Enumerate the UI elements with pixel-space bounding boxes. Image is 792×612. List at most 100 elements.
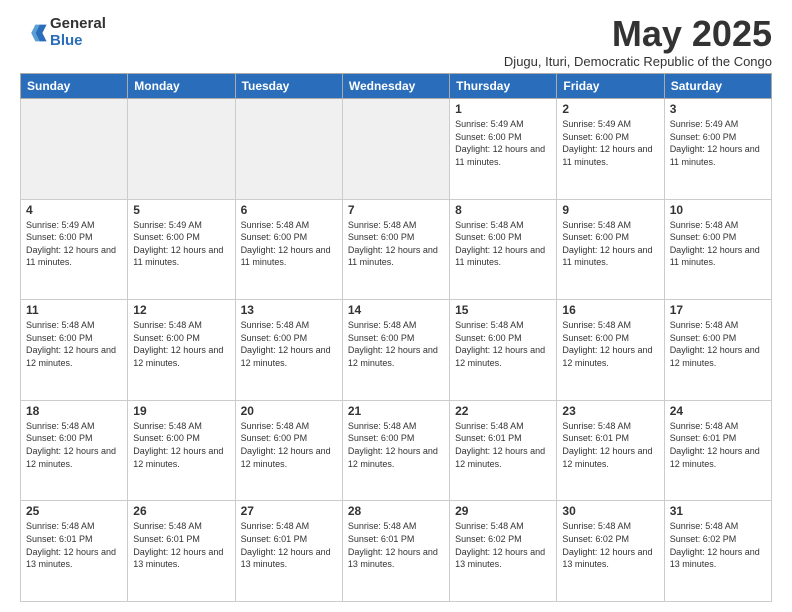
table-cell: 1 Sunrise: 5:49 AM Sunset: 6:00 PM Daylig… [450,99,557,200]
table-cell: 13Sunrise: 5:48 AM Sunset: 6:00 PM Dayli… [235,300,342,401]
day-number: 25 [26,504,122,518]
day-number: 28 [348,504,444,518]
day-info: Sunrise: 5:48 AM Sunset: 6:00 PM Dayligh… [348,219,444,269]
logo: General Blue [20,16,106,49]
table-cell: 26 Sunrise: 5:48 AM Sunset: 6:01 PM Dayli… [128,501,235,602]
day-info: Sunrise: 5:48 AM Sunset: 6:01 PM Dayligh… [241,520,337,570]
day-info: Sunrise: 5:48 AM Sunset: 6:02 PM Dayligh… [670,520,766,570]
calendar: Sunday Monday Tuesday Wednesday Thursday… [20,73,772,602]
table-cell: 10Sunrise: 5:48 AM Sunset: 6:00 PM Dayli… [664,199,771,300]
table-cell: 12Sunrise: 5:48 AM Sunset: 6:00 PM Dayli… [128,300,235,401]
day-info: Sunrise: 5:48 AM Sunset: 6:01 PM Dayligh… [348,520,444,570]
day-number: 19 [133,404,229,418]
day-info: Sunrise: 5:48 AM Sunset: 6:01 PM Dayligh… [26,520,122,570]
day-number: 26 [133,504,229,518]
day-number: 6 [241,203,337,217]
day-number: 16 [562,303,658,317]
day-info: Sunrise: 5:49 AM Sunset: 6:00 PM Dayligh… [26,219,122,269]
table-cell: 16 Sunrise: 5:48 AM Sunset: 6:00 PM Dayli… [557,300,664,401]
day-number: 10 [670,203,766,217]
table-cell: 7 Sunrise: 5:48 AM Sunset: 6:00 PM Daylig… [342,199,449,300]
table-cell: 19 Sunrise: 5:48 AM Sunset: 6:00 PM Dayli… [128,400,235,501]
day-info: Sunrise: 5:49 AM Sunset: 6:00 PM Dayligh… [670,118,766,168]
table-cell: 22 Sunrise: 5:48 AM Sunset: 6:01 PM Dayli… [450,400,557,501]
table-cell: 29 Sunrise: 5:48 AM Sunset: 6:02 PM Dayli… [450,501,557,602]
month-title: May 2025 [504,16,772,52]
table-cell: 11 Sunrise: 5:48 AM Sunset: 6:00 PM Dayli… [21,300,128,401]
table-cell [342,99,449,200]
page: General Blue May 2025 Djugu, Ituri, Demo… [0,0,792,612]
day-info: Sunrise: 5:48 AM Sunset: 6:00 PM Dayligh… [670,319,766,369]
day-info: Sunrise: 5:48 AM Sunset: 6:00 PM Dayligh… [562,319,658,369]
day-number: 8 [455,203,551,217]
day-info: Sunrise: 5:48 AM Sunset: 6:00 PM Dayligh… [241,319,337,369]
table-cell: 31Sunrise: 5:48 AM Sunset: 6:02 PM Dayli… [664,501,771,602]
table-cell: 24Sunrise: 5:48 AM Sunset: 6:01 PM Dayli… [664,400,771,501]
table-cell: 18Sunrise: 5:48 AM Sunset: 6:00 PM Dayli… [21,400,128,501]
subtitle: Djugu, Ituri, Democratic Republic of the… [504,54,772,69]
table-cell: 9 Sunrise: 5:48 AM Sunset: 6:00 PM Daylig… [557,199,664,300]
day-number: 4 [26,203,122,217]
table-cell: 23Sunrise: 5:48 AM Sunset: 6:01 PM Dayli… [557,400,664,501]
table-cell [128,99,235,200]
day-number: 20 [241,404,337,418]
day-info: Sunrise: 5:48 AM Sunset: 6:00 PM Dayligh… [26,319,122,369]
logo-icon [20,19,48,47]
day-number: 11 [26,303,122,317]
day-number: 3 [670,102,766,116]
day-number: 29 [455,504,551,518]
day-info: Sunrise: 5:48 AM Sunset: 6:01 PM Dayligh… [133,520,229,570]
table-cell: 8 Sunrise: 5:48 AM Sunset: 6:00 PM Daylig… [450,199,557,300]
day-info: Sunrise: 5:48 AM Sunset: 6:01 PM Dayligh… [455,420,551,470]
day-number: 21 [348,404,444,418]
day-info: Sunrise: 5:49 AM Sunset: 6:00 PM Dayligh… [133,219,229,269]
day-info: Sunrise: 5:48 AM Sunset: 6:00 PM Dayligh… [455,219,551,269]
week-row-5: 25 Sunrise: 5:48 AM Sunset: 6:01 PM Dayli… [21,501,772,602]
logo-general: General [50,16,106,33]
header-friday: Friday [557,74,664,99]
table-cell: 20Sunrise: 5:48 AM Sunset: 6:00 PM Dayli… [235,400,342,501]
table-cell: 2 Sunrise: 5:49 AM Sunset: 6:00 PM Daylig… [557,99,664,200]
title-area: May 2025 Djugu, Ituri, Democratic Republ… [504,16,772,69]
header-tuesday: Tuesday [235,74,342,99]
day-number: 9 [562,203,658,217]
day-info: Sunrise: 5:48 AM Sunset: 6:00 PM Dayligh… [348,319,444,369]
table-cell: 25 Sunrise: 5:48 AM Sunset: 6:01 PM Dayli… [21,501,128,602]
day-info: Sunrise: 5:48 AM Sunset: 6:00 PM Dayligh… [455,319,551,369]
day-number: 14 [348,303,444,317]
day-info: Sunrise: 5:48 AM Sunset: 6:02 PM Dayligh… [562,520,658,570]
table-cell: 5Sunrise: 5:49 AM Sunset: 6:00 PM Daylig… [128,199,235,300]
day-number: 1 [455,102,551,116]
logo-text: General Blue [50,16,106,49]
header-thursday: Thursday [450,74,557,99]
logo-blue: Blue [50,33,106,50]
week-row-1: 1 Sunrise: 5:49 AM Sunset: 6:00 PM Daylig… [21,99,772,200]
day-number: 30 [562,504,658,518]
day-info: Sunrise: 5:49 AM Sunset: 6:00 PM Dayligh… [455,118,551,168]
days-header-row: Sunday Monday Tuesday Wednesday Thursday… [21,74,772,99]
table-cell: 15Sunrise: 5:48 AM Sunset: 6:00 PM Dayli… [450,300,557,401]
day-info: Sunrise: 5:48 AM Sunset: 6:01 PM Dayligh… [562,420,658,470]
day-info: Sunrise: 5:48 AM Sunset: 6:00 PM Dayligh… [241,219,337,269]
table-cell [21,99,128,200]
day-info: Sunrise: 5:48 AM Sunset: 6:00 PM Dayligh… [26,420,122,470]
day-number: 7 [348,203,444,217]
day-info: Sunrise: 5:49 AM Sunset: 6:00 PM Dayligh… [562,118,658,168]
day-number: 27 [241,504,337,518]
table-cell: 14 Sunrise: 5:48 AM Sunset: 6:00 PM Dayli… [342,300,449,401]
week-row-3: 11 Sunrise: 5:48 AM Sunset: 6:00 PM Dayli… [21,300,772,401]
day-number: 22 [455,404,551,418]
day-number: 2 [562,102,658,116]
day-info: Sunrise: 5:48 AM Sunset: 6:02 PM Dayligh… [455,520,551,570]
table-cell: 3 Sunrise: 5:49 AM Sunset: 6:00 PM Daylig… [664,99,771,200]
table-cell: 27 Sunrise: 5:48 AM Sunset: 6:01 PM Dayli… [235,501,342,602]
day-info: Sunrise: 5:48 AM Sunset: 6:01 PM Dayligh… [670,420,766,470]
table-cell: 6 Sunrise: 5:48 AM Sunset: 6:00 PM Daylig… [235,199,342,300]
table-cell: 30 Sunrise: 5:48 AM Sunset: 6:02 PM Dayli… [557,501,664,602]
day-number: 17 [670,303,766,317]
week-row-2: 4 Sunrise: 5:49 AM Sunset: 6:00 PM Daylig… [21,199,772,300]
day-info: Sunrise: 5:48 AM Sunset: 6:00 PM Dayligh… [133,420,229,470]
header-sunday: Sunday [21,74,128,99]
header-wednesday: Wednesday [342,74,449,99]
day-info: Sunrise: 5:48 AM Sunset: 6:00 PM Dayligh… [562,219,658,269]
